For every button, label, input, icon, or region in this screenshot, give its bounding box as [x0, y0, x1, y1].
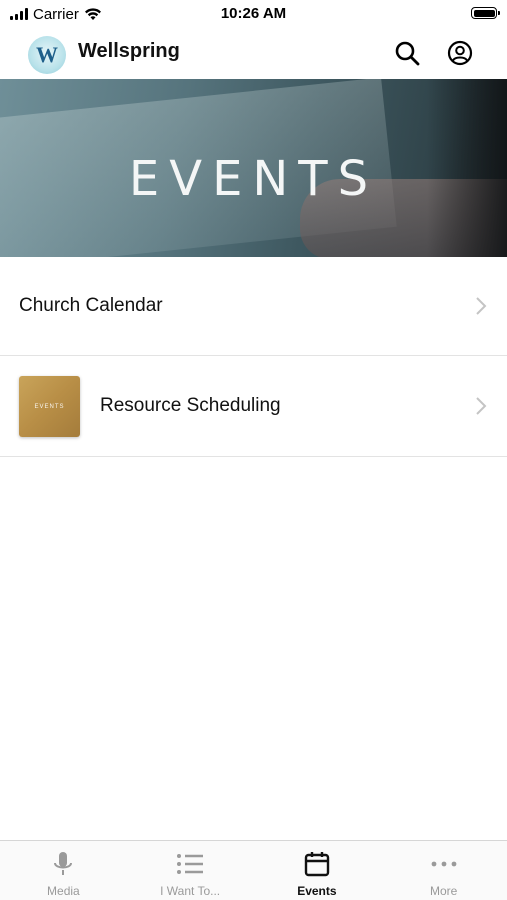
- tab-label: More: [429, 884, 458, 898]
- events-hero-banner: EVENTS: [0, 79, 507, 257]
- tab-events[interactable]: Events: [254, 841, 381, 900]
- app-name: Wellspring: [78, 40, 180, 62]
- list-item-label: Church Calendar: [19, 295, 163, 316]
- tab-media[interactable]: Media: [0, 841, 127, 900]
- profile-button[interactable]: [446, 39, 474, 67]
- thumbnail-text: EVENTS: [34, 403, 65, 410]
- app-logo[interactable]: W: [28, 36, 66, 74]
- status-time: 10:26 AM: [220, 5, 287, 22]
- profile-icon: [447, 40, 473, 66]
- search-button[interactable]: [393, 39, 421, 67]
- status-bar: Carrier 10:26 AM: [0, 0, 507, 28]
- tab-more[interactable]: More: [380, 841, 507, 900]
- search-icon: [395, 41, 420, 66]
- list-item-church-calendar[interactable]: Church Calendar: [0, 257, 507, 356]
- app-header: W Wellspring: [0, 28, 507, 79]
- calendar-icon: [304, 852, 330, 877]
- list-item-label: Resource Scheduling: [100, 395, 281, 416]
- tab-label: I Want To...: [160, 884, 221, 898]
- tab-bar: Media I Want To... Events More: [0, 840, 507, 900]
- tab-i-want-to[interactable]: I Want To...: [127, 841, 254, 900]
- battery-icon: [471, 7, 500, 19]
- chevron-right-icon: [476, 397, 487, 415]
- resource-scheduling-thumbnail: EVENTS: [19, 376, 80, 437]
- tab-label: Media: [47, 884, 80, 898]
- chevron-right-icon: [476, 297, 487, 315]
- microphone-icon: [54, 852, 73, 875]
- list-item-resource-scheduling[interactable]: EVENTS Resource Scheduling: [0, 356, 507, 457]
- hero-title: EVENTS: [128, 151, 379, 207]
- events-list: Church Calendar EVENTS Resource Scheduli…: [0, 257, 507, 457]
- list-icon: [177, 854, 204, 874]
- more-dots-icon: [431, 861, 457, 867]
- tab-label: Events: [297, 884, 337, 898]
